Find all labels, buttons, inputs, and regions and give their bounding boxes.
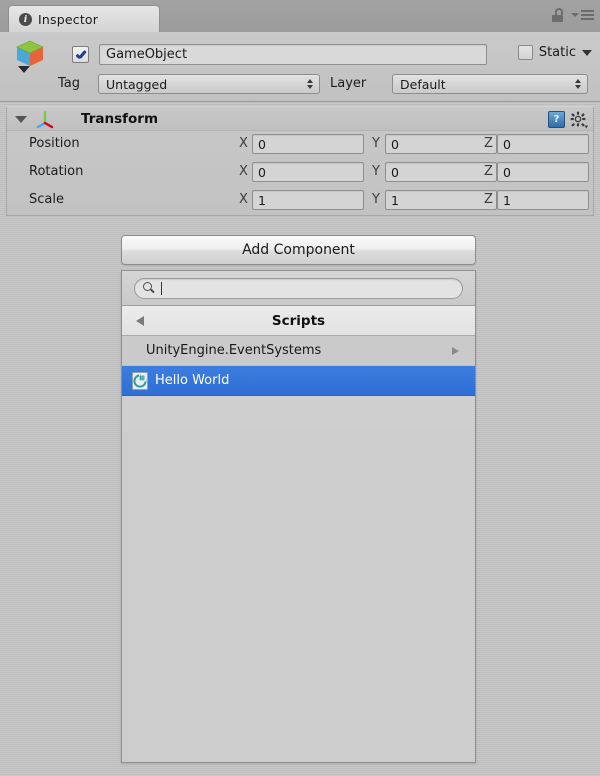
tag-dropdown[interactable]: Untagged [98,74,320,94]
csharp-script-icon [132,371,148,390]
rotation-z-input[interactable]: 0 [497,162,589,182]
position-z-input[interactable]: 0 [497,134,589,154]
transform-row-scale: Scale X 1 Y 1 Z 1 [7,189,593,213]
gear-icon[interactable] [570,111,588,129]
gameobject-name-input[interactable]: GameObject [99,44,487,65]
back-arrow-icon[interactable] [136,316,144,326]
lock-open-icon[interactable] [552,8,564,22]
picker-breadcrumb-header[interactable]: Scripts [122,306,475,336]
axis-label-y: Y [372,192,380,207]
static-label: Static [538,45,576,60]
list-item-label: Hello World [155,373,230,388]
axis-label-y: Y [372,136,380,151]
transform-title: Transform [81,111,159,127]
scale-x-input[interactable]: 1 [252,190,364,210]
list-item[interactable]: UnityEngine.EventSystems [122,336,475,366]
layer-label: Layer [330,76,367,91]
scale-z-input[interactable]: 1 [497,190,589,210]
help-book-icon[interactable]: ? [548,111,565,128]
text-cursor [161,281,162,295]
transform-row-label: Scale [29,192,64,207]
scale-y-input[interactable]: 1 [385,190,497,210]
static-control: Static [517,45,592,60]
gameobject-cube-icon[interactable] [14,40,48,73]
transform-component: Transform ? Position X 0 Y 0 Z 0 Rotatio… [6,106,594,216]
right-arrow-icon [452,347,459,355]
axis-label-z: Z [484,192,493,207]
info-icon: i [19,12,32,26]
tab-inspector[interactable]: i Inspector [8,5,160,32]
list-item[interactable]: Hello World [122,366,475,396]
component-search-row [122,271,475,306]
axis-label-z: Z [484,136,493,151]
layer-dropdown[interactable]: Default [392,74,588,94]
hamburger-menu-icon[interactable] [571,10,594,20]
axis-label-x: X [239,164,248,179]
transform-row-rotation: Rotation X 0 Y 0 Z 0 [7,161,593,185]
position-y-input[interactable]: 0 [385,134,497,154]
tab-bar-controls [552,8,594,22]
picker-empty-area [122,431,475,762]
tab-inspector-label: Inspector [38,11,99,27]
axis-label-z: Z [484,164,493,179]
transform-row-label: Rotation [29,164,84,179]
static-dropdown-arrow-icon[interactable] [582,49,592,56]
transform-row-position: Position X 0 Y 0 Z 0 [7,133,593,157]
axis-label-x: X [239,136,248,151]
checkmark-icon [75,49,87,61]
tag-dropdown-value: Untagged [106,76,168,92]
foldout-triangle-icon[interactable] [15,116,27,123]
rotation-x-input[interactable]: 0 [252,162,364,182]
tag-label: Tag [58,76,81,91]
transform-row-label: Position [29,136,80,151]
transform-component-header[interactable]: Transform ? [7,107,593,131]
picker-breadcrumb-title: Scripts [271,312,326,329]
inspector-window: i Inspector GameObject Static Tag Untagg… [0,0,600,776]
gameobject-enabled-checkbox[interactable] [72,46,89,63]
add-component-picker: Scripts UnityEngine.EventSystems Hello W… [121,270,476,763]
list-item-label: UnityEngine.EventSystems [146,343,322,358]
axis-label-x: X [239,192,248,207]
component-search-input[interactable] [134,277,463,299]
gameobject-header: GameObject Static Tag Untagged Layer Def… [0,32,600,102]
position-x-input[interactable]: 0 [252,134,364,154]
rotation-y-input[interactable]: 0 [385,162,497,182]
updown-arrows-icon [307,79,313,89]
axis-label-y: Y [372,164,380,179]
gameobject-icon-dropdown-arrow[interactable] [18,66,30,73]
transform-axis-gizmo-icon [36,110,54,129]
search-icon [143,282,155,294]
static-checkbox[interactable] [517,45,533,60]
add-component-button[interactable]: Add Component [121,235,476,265]
layer-dropdown-value: Default [400,76,446,92]
tab-bar: i Inspector [0,0,600,32]
updown-arrows-icon [575,79,581,89]
